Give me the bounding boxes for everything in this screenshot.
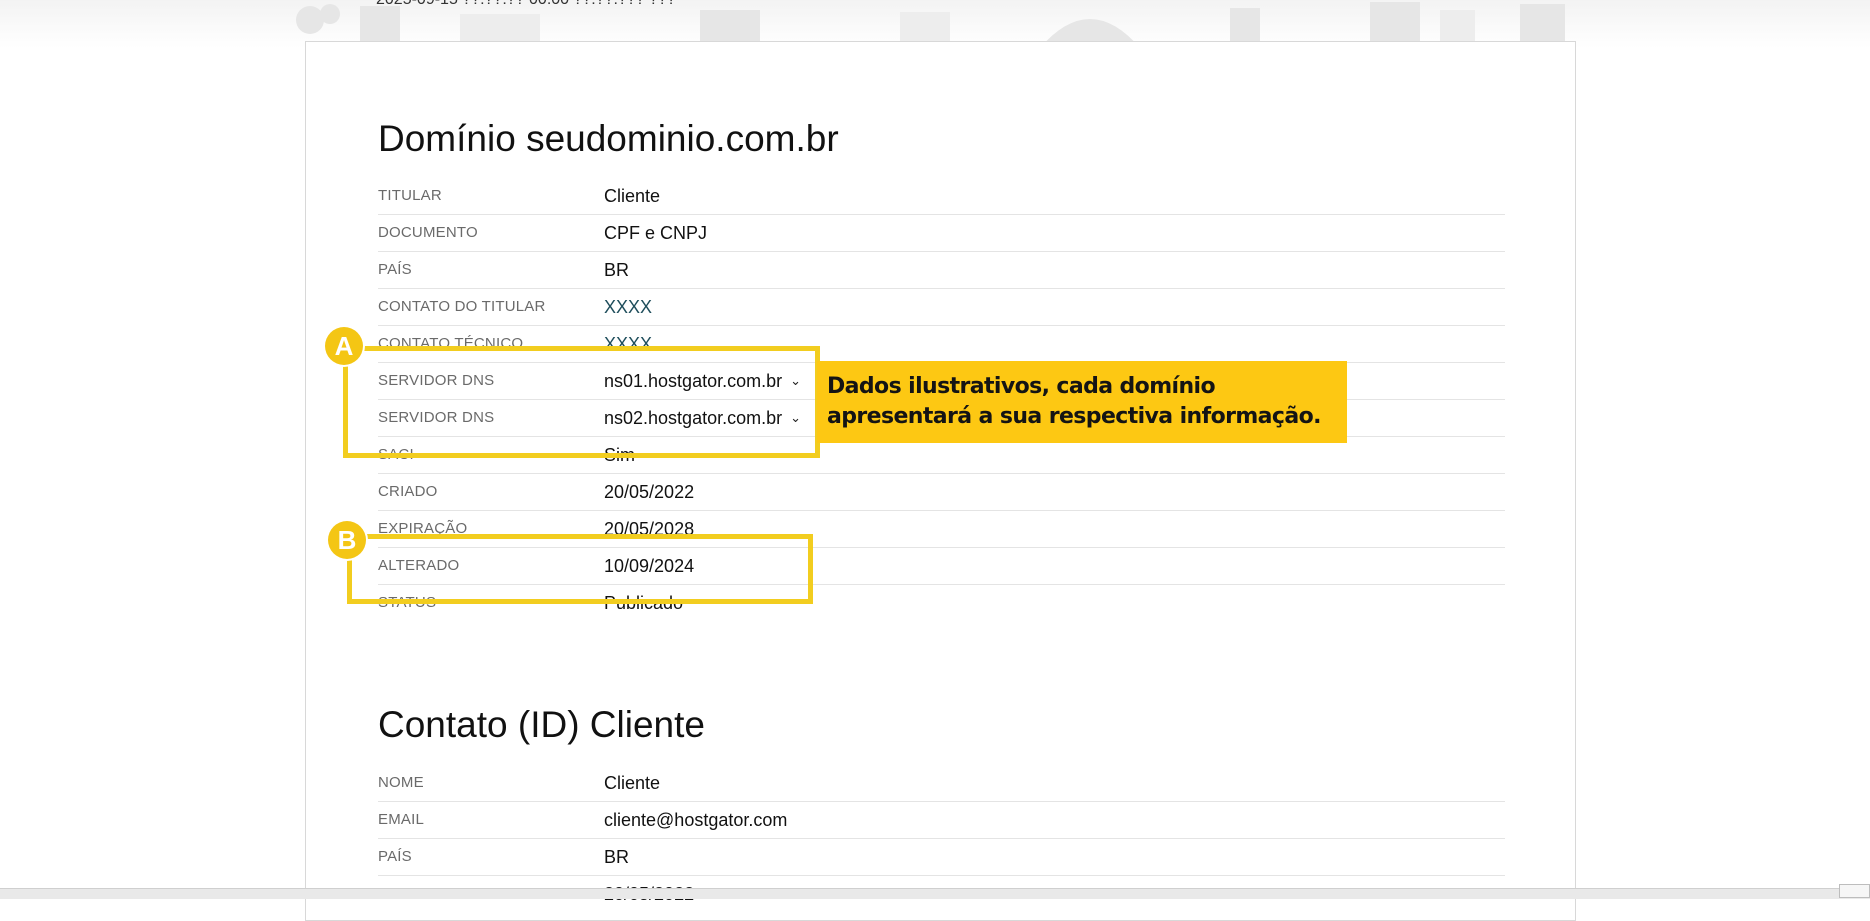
table-row: CONTATO DO TITULAR XXXX: [378, 289, 1505, 326]
row-label: ALTERADO: [378, 557, 460, 574]
table-row: TITULAR Cliente: [378, 178, 1505, 215]
row-label: SERVIDOR DNS: [378, 372, 495, 389]
domain-section-title: Domínio seudominio.com.br: [378, 118, 839, 160]
row-label: PAÍS: [378, 848, 412, 865]
domain-title-prefix: Domínio: [378, 118, 516, 159]
window-bottom-bar: [0, 888, 1870, 899]
chevron-down-icon[interactable]: ⌄: [790, 410, 801, 426]
row-value: 10/09/2024: [604, 556, 695, 576]
dns-server-name: ns01.hostgator.com.br: [604, 371, 783, 391]
dns-server-value[interactable]: ns01.hostgator.com.br ⌄: [604, 371, 801, 392]
resize-grip[interactable]: [1839, 884, 1870, 898]
contact-name: Cliente: [589, 704, 705, 745]
table-row: NOME Cliente: [378, 765, 1505, 802]
row-label: DOCUMENTO: [378, 224, 478, 241]
row-value: Publicado: [604, 593, 684, 613]
row-label: EXPIRAÇÃO: [378, 520, 468, 537]
row-value: BR: [604, 260, 630, 280]
row-label: TITULAR: [378, 187, 442, 204]
table-row: CRIADO 20/05/2022: [378, 474, 1505, 511]
row-label: CRIADO: [378, 483, 438, 500]
row-label: PAÍS: [378, 261, 412, 278]
holder-contact-link[interactable]: XXXX: [604, 297, 652, 318]
row-value: 20/05/2028: [604, 519, 695, 539]
row-value: BR: [604, 847, 630, 867]
table-row: DOCUMENTO CPF e CNPJ: [378, 215, 1505, 252]
row-value: 20/05/2022: [604, 482, 695, 502]
dns-server-name: ns02.hostgator.com.br: [604, 408, 783, 428]
row-label: SACI: [378, 446, 414, 463]
table-row: PAÍS BR: [378, 252, 1505, 289]
marker-b: B: [328, 521, 366, 559]
tech-contact-link[interactable]: XXXX: [604, 334, 652, 355]
row-label: CONTATO TÉCNICO: [378, 335, 524, 352]
table-row: ALTERADO 10/09/2024: [378, 548, 1505, 585]
row-value: Cliente: [604, 186, 661, 206]
row-value: CPF e CNPJ: [604, 223, 708, 243]
dns-server-value[interactable]: ns02.hostgator.com.br ⌄: [604, 408, 801, 429]
page-header-text: 2025-09-15 ??:??:?? 00:00 ??:??:??? ???: [376, 0, 676, 9]
contact-title-prefix: Contato (ID): [378, 704, 580, 745]
row-label: STATUS: [378, 594, 437, 611]
table-row: PAÍS BR: [378, 839, 1505, 876]
table-row: EMAIL cliente@hostgator.com: [378, 802, 1505, 839]
row-label: EMAIL: [378, 811, 425, 828]
row-value: Sim: [604, 445, 635, 465]
row-value: cliente@hostgator.com: [604, 810, 788, 830]
whois-result-card: Domínio seudominio.com.br TITULAR Client…: [305, 41, 1576, 921]
row-label: NOME: [378, 774, 424, 791]
row-value: Cliente: [604, 773, 661, 793]
row-label: CONTATO DO TITULAR: [378, 298, 546, 315]
contact-section-title: Contato (ID) Cliente: [378, 704, 705, 746]
info-callout: Dados ilustrativos, cada domínio apresen…: [817, 361, 1347, 443]
domain-name: seudominio.com.br: [526, 118, 839, 159]
row-label: SERVIDOR DNS: [378, 409, 495, 426]
table-row: STATUS Publicado: [378, 585, 1505, 622]
marker-a: A: [325, 327, 363, 365]
table-row: EXPIRAÇÃO 20/05/2028: [378, 511, 1505, 548]
chevron-down-icon[interactable]: ⌄: [790, 373, 801, 389]
table-row: CONTATO TÉCNICO XXXX: [378, 326, 1505, 363]
